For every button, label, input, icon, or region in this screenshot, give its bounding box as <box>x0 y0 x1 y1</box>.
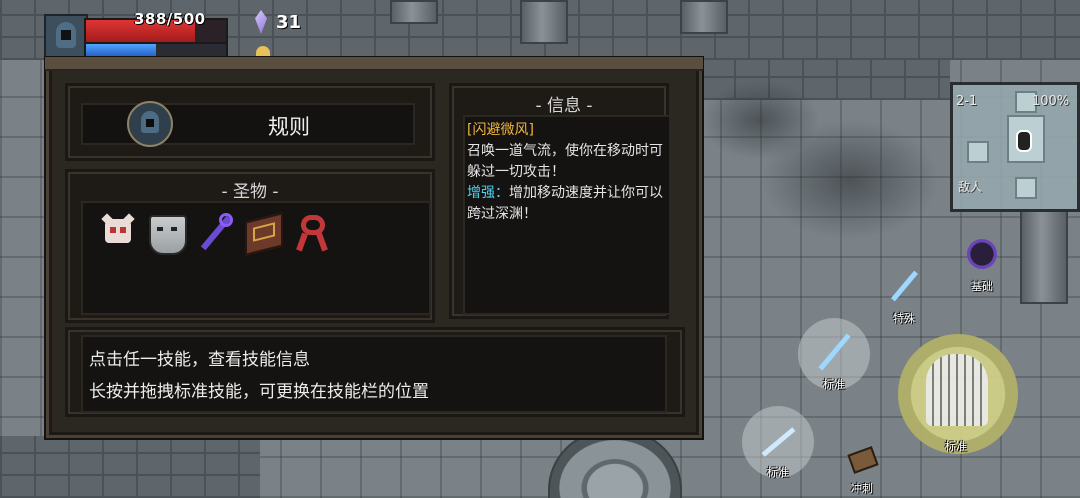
basic-skill-button[interactable] <box>962 234 1002 274</box>
dash-skill-button[interactable] <box>842 440 882 480</box>
crystal-count: 31 <box>276 12 302 33</box>
info-title: - 信息 - <box>535 96 593 116</box>
info-skill-name: [闪避微风] <box>467 122 534 138</box>
special-skill-label: 特殊 <box>893 312 915 325</box>
ribbon-relic-icon[interactable] <box>295 211 333 253</box>
pillar <box>680 0 728 34</box>
map-player-marker <box>1016 130 1032 152</box>
map-room <box>1015 177 1037 199</box>
sword-icon <box>891 270 918 302</box>
map-level: 2-1 <box>956 94 978 109</box>
pillar <box>520 0 568 44</box>
ghost-icon <box>926 354 988 426</box>
rule-avatar <box>127 101 173 147</box>
help-line-1: 点击任一技能，查看技能信息 <box>89 350 310 370</box>
spear-icon <box>818 333 851 371</box>
health-text: 388/500 <box>134 10 206 28</box>
dash-skill-label: 冲刺 <box>851 482 873 495</box>
standard-skill-2-label: 标准 <box>767 466 789 479</box>
mana-bar <box>84 42 228 58</box>
skill-info-panel: 规则 - 圣物 - - 信息 - [闪避微风] 召唤一道气流，使你在移动时可躲过… <box>45 57 703 438</box>
pillar <box>1020 210 1068 304</box>
bottom-wall <box>0 436 260 498</box>
special-skill-button[interactable] <box>884 266 924 306</box>
pillar <box>390 0 438 24</box>
info-enhancement: 增强：增加移动速度并让你可以跨过深渊！ <box>467 183 667 225</box>
standard-skill-main-label: 标准 <box>945 440 967 453</box>
book-relic-icon[interactable] <box>243 211 283 256</box>
coin-icon <box>256 46 270 56</box>
map-enemy-label: 敌人 <box>958 180 983 194</box>
standard-skill-main-button[interactable] <box>898 334 1018 454</box>
floor-seal <box>548 430 682 498</box>
map-room <box>967 141 989 163</box>
ice-shard-icon <box>761 427 796 457</box>
relics-title: - 圣物 - <box>221 182 279 202</box>
help-line-2: 长按并拖拽标准技能，可更换在技能栏的位置 <box>89 382 429 402</box>
standard-skill-1-label: 标准 <box>823 378 845 391</box>
player-avatar <box>44 14 88 58</box>
enhancement-label: 增强： <box>467 185 509 201</box>
boot-icon <box>847 446 879 474</box>
skull-relic-icon[interactable] <box>101 211 139 253</box>
staff-relic-icon[interactable] <box>197 211 235 253</box>
mask-relic-icon[interactable] <box>147 211 187 255</box>
floor-crack <box>700 80 820 160</box>
rule-title: 规则 <box>268 115 310 139</box>
panel-top-bar <box>45 57 703 71</box>
map-explored-percent: 100% <box>1032 94 1070 109</box>
mana-fill <box>86 44 156 56</box>
info-description: 召唤一道气流，使你在移动时可躲过一切攻击！ <box>467 143 663 180</box>
basic-skill-label: 基础 <box>971 280 993 293</box>
